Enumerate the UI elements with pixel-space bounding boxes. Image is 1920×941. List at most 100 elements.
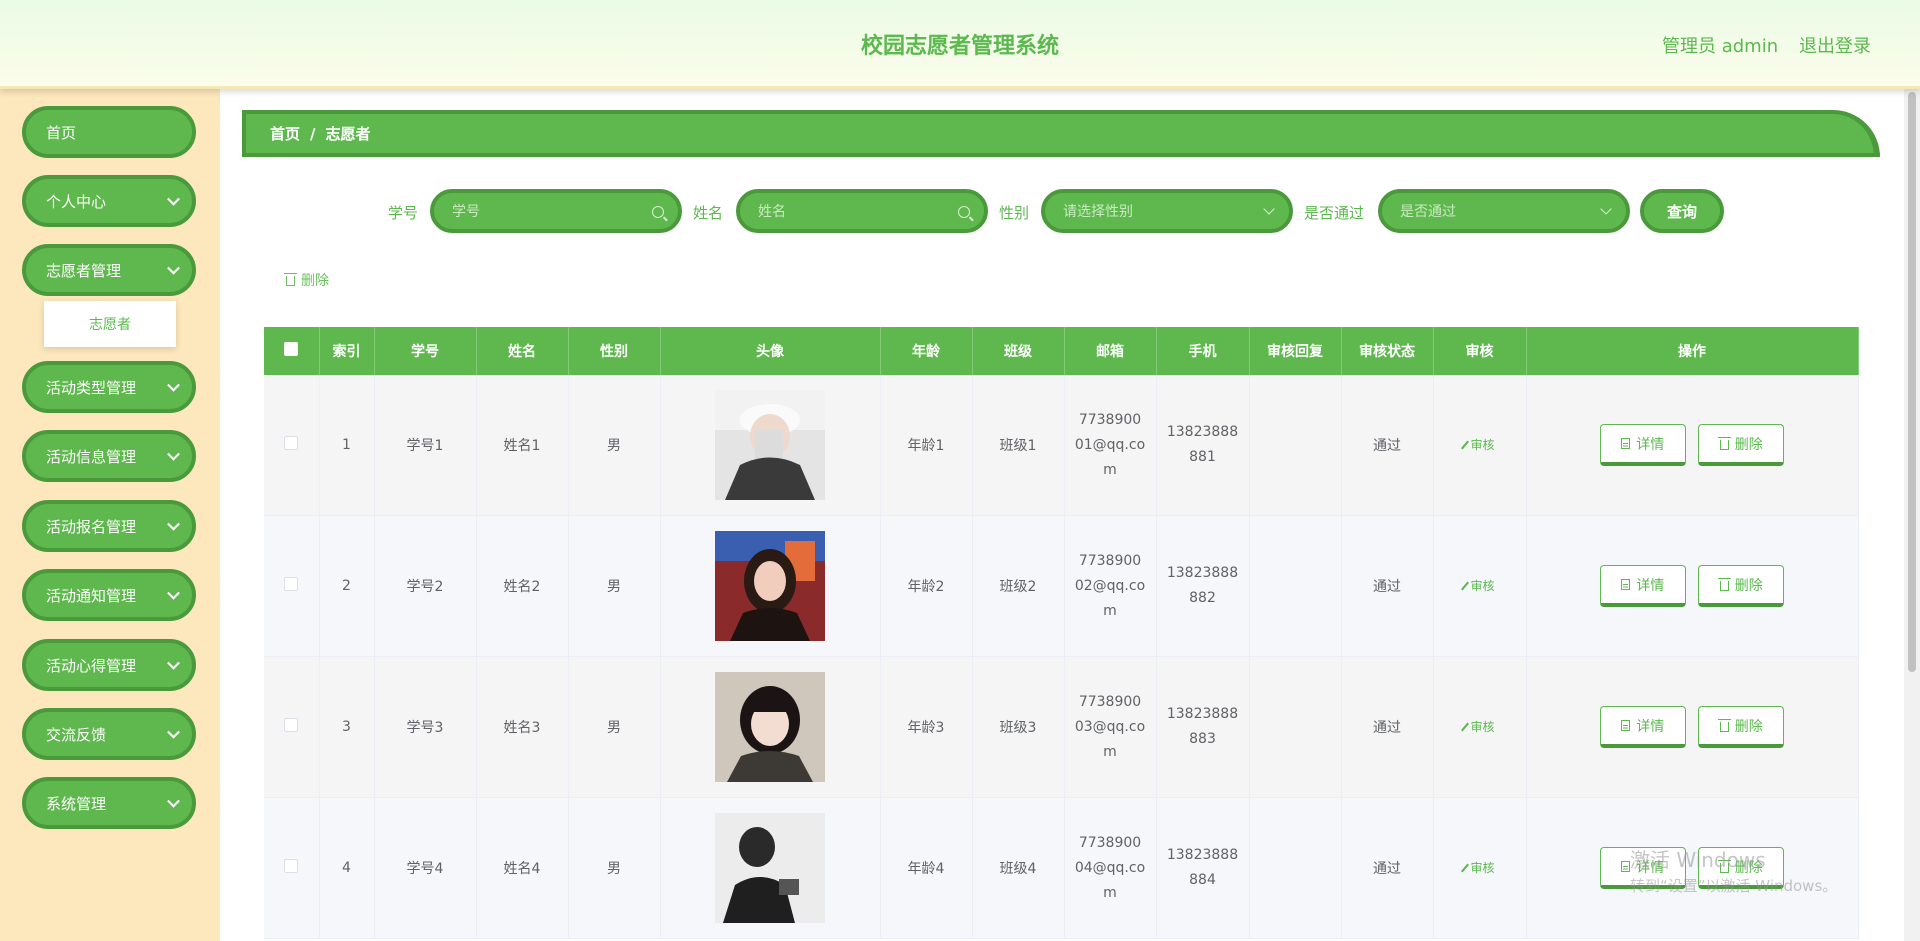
passed-select[interactable]: 是否通过	[1378, 189, 1630, 233]
cell-avatar	[660, 797, 881, 939]
edit-icon	[1461, 722, 1470, 732]
document-icon	[1621, 861, 1631, 872]
detail-button[interactable]: 详情	[1599, 565, 1686, 607]
sidebar-item-label: 活动类型管理	[46, 378, 137, 397]
cell-class: 班级2	[972, 515, 1065, 657]
email-text: 773890002@qq.com	[1074, 552, 1146, 619]
phone-text: 13823888881	[1166, 424, 1239, 465]
chevron-down-icon	[167, 192, 180, 206]
cell-avatar	[660, 656, 881, 798]
row-checkbox[interactable]	[284, 436, 299, 450]
scrollbar-thumb[interactable]	[1908, 92, 1916, 672]
breadcrumb-home[interactable]: 首页	[270, 123, 300, 144]
chevron-down-icon	[167, 725, 180, 739]
cell-audit: 审核	[1433, 656, 1527, 798]
column-header: 头像	[660, 327, 881, 375]
delete-button[interactable]: 删除	[1698, 565, 1785, 607]
edit-icon	[1461, 863, 1470, 873]
audit-label: 审核	[1470, 438, 1495, 453]
sidebar-item-activity-signup[interactable]: 活动报名管理	[22, 500, 196, 552]
document-icon	[1621, 579, 1631, 590]
cell-age: 年龄4	[880, 797, 973, 939]
sidebar-item-home[interactable]: 首页	[22, 106, 196, 158]
table-row: 4 学号4 姓名4 男 年龄4 班级4 773890004@qq.com 138…	[264, 797, 1859, 939]
cell-avatar	[660, 375, 881, 516]
student-no-input[interactable]: 学号	[430, 189, 682, 233]
batch-delete-label: 删除	[301, 273, 329, 289]
cell-class: 班级1	[972, 375, 1065, 516]
column-header: 班级	[972, 327, 1065, 375]
avatar	[715, 531, 825, 641]
row-checkbox[interactable]	[284, 859, 299, 873]
top-header: 校园志愿者管理系统 管理员 admin 退出登录	[0, 0, 1920, 89]
select-all-checkbox[interactable]	[284, 342, 299, 356]
row-checkbox-cell	[264, 375, 320, 516]
submenu-item-volunteer[interactable]: 志愿者	[44, 301, 176, 347]
page-scrollbar[interactable]	[1904, 86, 1920, 941]
batch-delete-button[interactable]: 删除	[284, 270, 329, 290]
cell-status: 通过	[1341, 515, 1434, 657]
sidebar-item-volunteer-management[interactable]: 志愿者管理	[22, 244, 196, 296]
cell-gender: 男	[568, 656, 661, 798]
cell-student-no: 学号1	[374, 375, 477, 516]
sidebar-item-system[interactable]: 系统管理	[22, 777, 196, 829]
select-all-cell	[264, 327, 320, 375]
query-button[interactable]: 查询	[1640, 189, 1724, 233]
logout-link[interactable]: 退出登录	[1799, 32, 1871, 58]
detail-button[interactable]: 详情	[1599, 424, 1686, 466]
cell-status: 通过	[1341, 797, 1434, 939]
name-input[interactable]: 姓名	[736, 189, 988, 233]
cell-phone: 13823888884	[1156, 797, 1250, 939]
gender-select[interactable]: 请选择性别	[1041, 189, 1293, 233]
breadcrumb: 首页 / 志愿者	[242, 110, 1880, 157]
cell-reply	[1249, 656, 1342, 798]
cell-phone: 13823888881	[1156, 375, 1250, 516]
name-placeholder: 姓名	[758, 204, 786, 220]
cell-gender: 男	[568, 515, 661, 657]
sidebar-item-personal-center[interactable]: 个人中心	[22, 175, 196, 227]
audit-link[interactable]: 审核	[1461, 577, 1495, 594]
sidebar-item-label: 活动通知管理	[46, 586, 137, 605]
current-user: 管理员 admin	[1662, 36, 1779, 57]
email-text: 773890001@qq.com	[1074, 411, 1146, 478]
detail-button[interactable]: 详情	[1599, 706, 1686, 748]
column-header: 操作	[1526, 327, 1859, 375]
edit-icon	[1461, 581, 1470, 591]
cell-age: 年龄1	[880, 375, 973, 516]
cell-email: 773890002@qq.com	[1064, 515, 1157, 657]
detail-label: 详情	[1636, 436, 1665, 453]
delete-button[interactable]: 删除	[1698, 706, 1785, 748]
cell-reply	[1249, 515, 1342, 657]
breadcrumb-current: 志愿者	[325, 125, 371, 143]
audit-link[interactable]: 审核	[1461, 436, 1495, 453]
sidebar-item-activity-type[interactable]: 活动类型管理	[22, 361, 196, 413]
student-no-placeholder: 学号	[452, 204, 480, 220]
delete-button[interactable]: 删除	[1698, 424, 1785, 466]
audit-link[interactable]: 审核	[1461, 859, 1495, 876]
sidebar-item-label: 活动报名管理	[46, 517, 137, 536]
chevron-down-icon	[1263, 203, 1275, 215]
column-header: 学号	[374, 327, 477, 375]
cell-index: 4	[319, 797, 375, 939]
cell-age: 年龄2	[880, 515, 973, 657]
sidebar-item-activity-reflection[interactable]: 活动心得管理	[22, 639, 196, 691]
audit-link[interactable]: 审核	[1461, 718, 1495, 735]
cell-student-no: 学号2	[374, 515, 477, 657]
cell-email: 773890003@qq.com	[1064, 656, 1157, 798]
sidebar-item-feedback[interactable]: 交流反馈	[22, 708, 196, 760]
sidebar-item-label: 交流反馈	[46, 725, 107, 744]
sidebar-item-label: 活动信息管理	[46, 447, 137, 466]
column-header: 邮箱	[1064, 327, 1157, 375]
cell-index: 1	[319, 375, 375, 516]
cell-gender: 男	[568, 797, 661, 939]
row-checkbox[interactable]	[284, 718, 299, 732]
trash-icon	[284, 273, 297, 286]
audit-label: 审核	[1470, 720, 1495, 735]
name-label: 姓名	[693, 204, 724, 222]
search-icon	[958, 206, 970, 218]
detail-label: 详情	[1636, 718, 1665, 735]
sidebar-item-activity-info[interactable]: 活动信息管理	[22, 430, 196, 482]
row-checkbox[interactable]	[284, 577, 299, 591]
sidebar-item-activity-notice[interactable]: 活动通知管理	[22, 569, 196, 621]
column-header: 年龄	[880, 327, 973, 375]
